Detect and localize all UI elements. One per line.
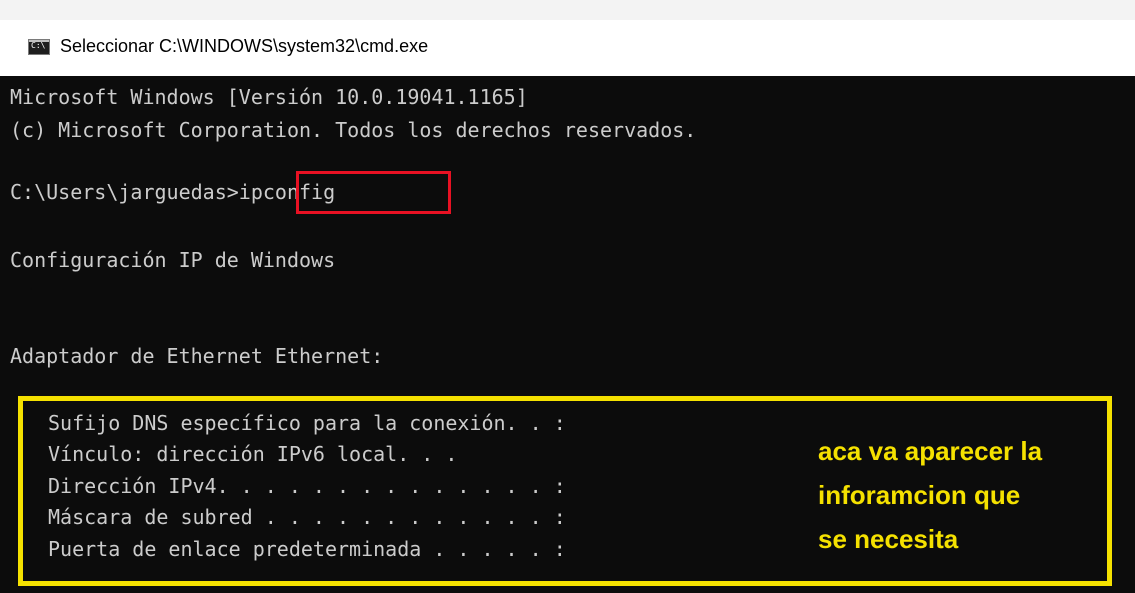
window-title-bar[interactable]: C:\ Seleccionar C:\WINDOWS\system32\cmd.… — [0, 20, 1135, 76]
annotation-note-line: se necesita — [818, 524, 959, 554]
command-highlight-box — [296, 171, 451, 214]
ipconfig-field: Dirección IPv4. . . . . . . . . . . . . … — [48, 474, 566, 498]
ipconfig-field: Máscara de subred . . . . . . . . . . . … — [48, 505, 566, 529]
console-output[interactable]: Microsoft Windows [Versión 10.0.19041.11… — [0, 76, 1135, 593]
console-line: Adaptador de Ethernet Ethernet: — [10, 344, 384, 368]
window-title: Seleccionar C:\WINDOWS\system32\cmd.exe — [60, 36, 429, 56]
ipconfig-field: Puerta de enlace predeterminada . . . . … — [48, 537, 566, 561]
annotation-note-line: inforamcion que — [818, 480, 1021, 510]
cmd-icon: C:\ — [28, 39, 50, 55]
console-command-line: C:\Users\jarguedas>ipconfig — [10, 180, 336, 204]
partial-background-strip — [0, 0, 1135, 20]
console-line: (c) Microsoft Corporation. Todos los der… — [10, 118, 697, 142]
console-line: Microsoft Windows [Versión 10.0.19041.11… — [10, 85, 528, 109]
ipconfig-field: Sufijo DNS específico para la conexión. … — [48, 411, 566, 435]
cmd-icon-label: C:\ — [31, 41, 46, 50]
annotation-note-line: aca va aparecer la — [818, 436, 1043, 466]
ipconfig-field: Vínculo: dirección IPv6 local. . . — [48, 442, 458, 466]
console-line: Configuración IP de Windows — [10, 248, 336, 272]
